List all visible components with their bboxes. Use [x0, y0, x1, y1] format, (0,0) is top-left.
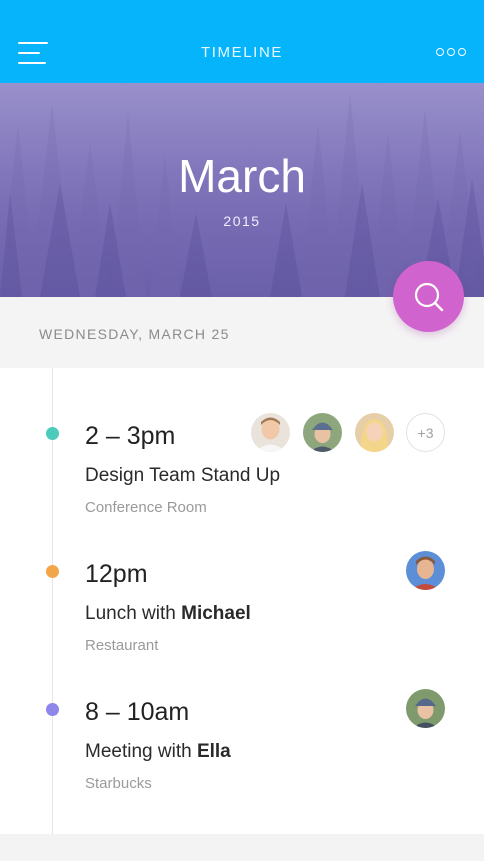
timeline-dot: [46, 427, 59, 440]
avatar-woman-beanie[interactable]: [303, 413, 342, 452]
event-time: 12pm: [85, 560, 148, 588]
avatar-man-light[interactable]: [251, 413, 290, 452]
more-dots-icon[interactable]: [436, 48, 466, 58]
hero-year: 2015: [223, 213, 261, 229]
avatar-michael[interactable]: [406, 551, 445, 590]
event-location: Starbucks: [85, 775, 152, 792]
event-item[interactable]: 8 – 10am Meeting with Ella Starbucks: [0, 676, 484, 792]
event-location: Restaurant: [85, 637, 159, 654]
hero-month: March: [178, 150, 306, 202]
event-title: Design Team Stand Up: [85, 465, 281, 486]
search-icon: [414, 282, 444, 312]
date-label: WEDNESDAY, MARCH 25: [39, 326, 230, 342]
event-title: Lunch with Michael: [85, 603, 251, 624]
event-time: 8 – 10am: [85, 698, 190, 726]
event-item[interactable]: 2 – 3pm Design Team Stand Up Conference …: [0, 400, 484, 516]
event-item[interactable]: 12pm Lunch with Michael Restaurant: [0, 538, 484, 654]
timeline-dot: [46, 703, 59, 716]
page-title: TIMELINE: [201, 44, 283, 61]
event-time: 2 – 3pm: [85, 422, 176, 450]
extra-attendees-badge[interactable]: +3: [406, 413, 445, 452]
event-title: Meeting with Ella: [85, 741, 231, 762]
avatar-ella[interactable]: [406, 689, 445, 728]
footer-strip: [0, 834, 484, 861]
timeline-dot: [46, 565, 59, 578]
top-app-bar: TIMELINE: [0, 0, 484, 83]
search-button[interactable]: [393, 261, 464, 332]
event-location: Conference Room: [85, 499, 207, 516]
avatar-woman-blonde[interactable]: [355, 413, 394, 452]
